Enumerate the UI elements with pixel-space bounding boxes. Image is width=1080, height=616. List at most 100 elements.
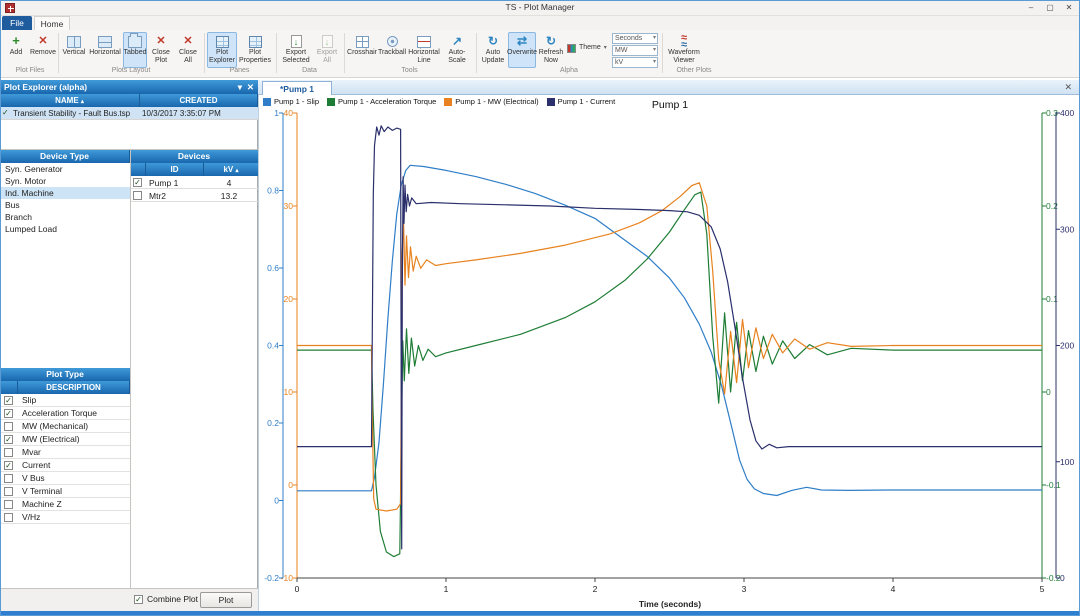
plot-type-checkbox[interactable]: ✓ <box>4 435 13 444</box>
plot-file-row[interactable]: ✓ Transient Stability - Fault Bus.tsp 10… <box>0 107 258 120</box>
window-title: TS - Plot Manager <box>0 2 1080 12</box>
power-unit-value: MW <box>615 47 627 54</box>
theme-label: Theme <box>579 44 601 52</box>
plot-type-row-mvar[interactable]: Mvar <box>0 446 130 459</box>
close-all-icon: ✕ <box>183 34 192 49</box>
auto-scale-button[interactable]: ↗ Auto-Scale <box>442 32 472 68</box>
panel-close-icon[interactable]: ✕ <box>247 80 254 94</box>
remove-button[interactable]: ✕ Remove <box>30 32 56 68</box>
combine-plot-label: Combine Plot <box>147 594 198 604</box>
plot-type-row-slip[interactable]: ✓Slip <box>0 394 130 407</box>
plot-explorer-button[interactable]: Plot Explorer <box>207 32 237 68</box>
plot-tab-strip <box>258 80 1080 95</box>
auto-update-button[interactable]: ↻ Auto Update <box>479 32 507 68</box>
plot-explorer-title: Plot Explorer (alpha) <box>4 82 87 92</box>
close-plot-label: Close Plot <box>149 49 173 64</box>
device-checkbox[interactable]: ✓ <box>133 178 142 187</box>
device-type-bus[interactable]: Bus <box>0 199 130 211</box>
device-kv: 4 <box>204 178 254 188</box>
plot-type-checkbox[interactable] <box>4 487 13 496</box>
device-checkbox[interactable] <box>133 191 142 200</box>
device-type-syn-motor[interactable]: Syn. Motor <box>0 175 130 187</box>
chevron-down-icon[interactable]: ▾ <box>238 80 242 94</box>
overwrite-button[interactable]: ⇄ Overwrite <box>508 32 536 68</box>
plot-explorer-label: Plot Explorer <box>208 49 236 64</box>
plot-type-checkbox[interactable] <box>4 448 13 457</box>
maximize-button[interactable]: ▢ <box>1041 0 1059 16</box>
horizontal-line-icon <box>417 34 431 49</box>
plot-type-row-machine-z[interactable]: Machine Z <box>0 498 130 511</box>
auto-update-label: Auto Update <box>480 49 506 64</box>
device-row[interactable]: Mtr2 13.2 <box>130 189 258 202</box>
export-selected-button[interactable]: ↓ Export Selected <box>279 32 313 68</box>
tab-close-icon[interactable]: ✕ <box>1064 82 1072 93</box>
legend-item-acceleration-torque: Pump 1 - Acceleration Torque <box>327 97 436 106</box>
plot-type-description-header[interactable]: DESCRIPTION <box>18 381 130 394</box>
export-all-button[interactable]: ↓ Export All <box>314 32 340 68</box>
time-unit-select[interactable]: Seconds▾ <box>612 33 658 44</box>
chart-legend: Pump 1 - Slip Pump 1 - Acceleration Torq… <box>263 97 615 106</box>
plot-type-row-acceleration-torque[interactable]: ✓Acceleration Torque <box>0 407 130 420</box>
plot-type-row-mw-electrical[interactable]: ✓MW (Electrical) <box>0 433 130 446</box>
horizontal-label: Horizontal <box>89 49 121 57</box>
trackball-button[interactable]: Trackball <box>378 32 406 68</box>
plot-properties-label: Plot Properties <box>239 49 271 64</box>
plot-type-checkbox[interactable] <box>4 422 13 431</box>
vertical-layout-button[interactable]: Vertical <box>61 32 87 68</box>
devices-id-column-header[interactable]: ID <box>146 163 204 176</box>
horizontal-layout-button[interactable]: Horizontal <box>88 32 122 68</box>
close-button[interactable]: ✕ <box>1060 0 1078 16</box>
plot-button[interactable]: Plot <box>200 592 252 608</box>
horizontal-layout-icon <box>98 34 112 49</box>
export-all-icon: ↓ <box>322 34 333 49</box>
power-unit-select[interactable]: MW ▾ <box>612 45 658 56</box>
devices-kv-column-header[interactable]: kV ▴ <box>204 163 258 176</box>
refresh-now-button[interactable]: ↻ Refresh Now <box>537 32 565 68</box>
device-type-branch[interactable]: Branch <box>0 211 130 223</box>
device-row[interactable]: ✓ Pump 1 4 <box>130 176 258 189</box>
plot-type-row-current[interactable]: ✓Current <box>0 459 130 472</box>
plot-type-checkbox[interactable]: ✓ <box>4 461 13 470</box>
close-plot-button[interactable]: ✕ Close Plot <box>148 32 174 68</box>
close-all-button[interactable]: ✕ Close All <box>175 32 201 68</box>
id-header-label: ID <box>171 165 179 174</box>
plot-type-row-v-hz[interactable]: V/Hz <box>0 511 130 524</box>
close-plot-icon: ✕ <box>156 34 165 49</box>
plot-type-checkbox[interactable]: ✓ <box>4 396 13 405</box>
remove-icon: ✕ <box>38 34 47 49</box>
combine-plot-checkbox[interactable]: ✓ <box>134 595 143 604</box>
theme-dropdown[interactable]: Theme ▾ <box>566 40 610 55</box>
device-type-ind-machine[interactable]: Ind. Machine <box>0 187 130 199</box>
device-type-lumped-load[interactable]: Lumped Load <box>0 223 130 235</box>
plot-type-row-mw-mechanical[interactable]: MW (Mechanical) <box>0 420 130 433</box>
remove-label: Remove <box>30 49 56 57</box>
legend-item-current: Pump 1 - Current <box>547 97 616 106</box>
chevron-down-icon: ▾ <box>653 46 656 55</box>
tabbed-layout-button[interactable]: Tabbed <box>123 32 147 68</box>
chevron-down-icon: ▾ <box>604 45 607 52</box>
tab-home[interactable]: Home <box>34 16 70 30</box>
row-check-icon[interactable]: ✓ <box>2 108 9 117</box>
plot-type-checkbox[interactable] <box>4 500 13 509</box>
minimize-button[interactable]: – <box>1022 0 1040 16</box>
plot-type-checkbox[interactable] <box>4 513 13 522</box>
group-separator <box>344 33 345 73</box>
plot-type-row-v-bus[interactable]: V Bus <box>0 472 130 485</box>
plot-type-checkbox[interactable] <box>4 474 13 483</box>
add-button[interactable]: + Add <box>4 32 28 68</box>
time-unit-value: Seconds <box>615 35 642 42</box>
column-header-name[interactable]: NAME ▴ <box>0 94 140 107</box>
plot-type-row-v-terminal[interactable]: V Terminal <box>0 485 130 498</box>
horizontal-line-button[interactable]: Horizontal Line <box>407 32 441 68</box>
crosshair-button[interactable]: Crosshair <box>347 32 377 68</box>
waveform-viewer-button[interactable]: ≈≈ Waveform Viewer <box>665 32 703 68</box>
file-menu[interactable]: File <box>2 16 32 30</box>
column-header-created[interactable]: CREATED <box>140 94 258 107</box>
plot-file-created: 10/3/2017 3:35:07 PM <box>142 109 221 118</box>
plot-properties-button[interactable]: Plot Properties <box>238 32 272 68</box>
device-type-syn-generator[interactable]: Syn. Generator <box>0 163 130 175</box>
plot-properties-icon <box>249 34 262 49</box>
x-axis-label: Time (seconds) <box>614 599 726 609</box>
tab-pump1[interactable]: *Pump 1 <box>262 81 332 95</box>
plot-type-checkbox[interactable]: ✓ <box>4 409 13 418</box>
